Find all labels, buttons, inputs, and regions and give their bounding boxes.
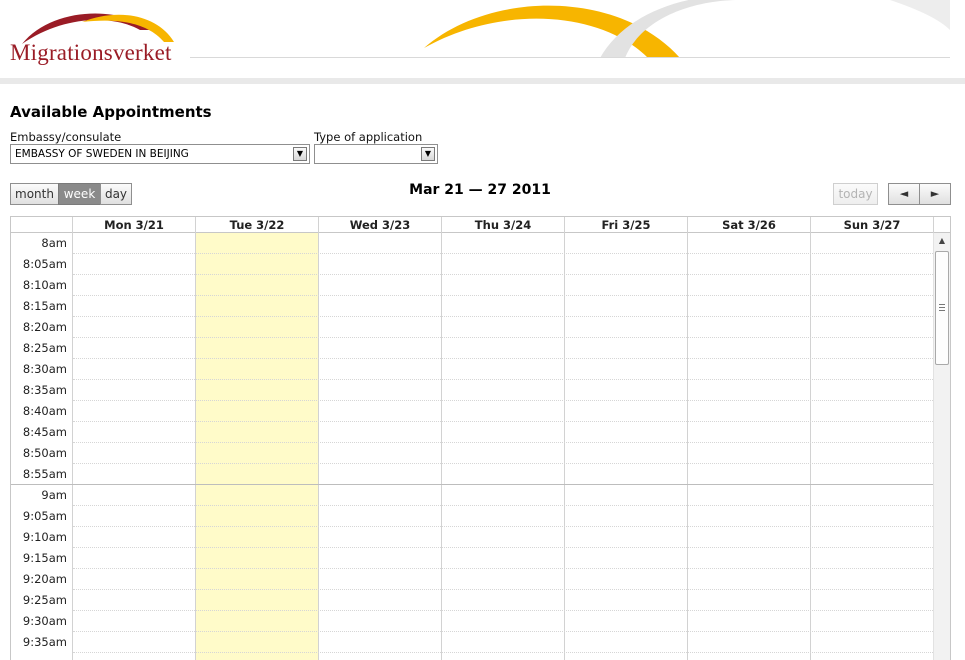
time-label: 9:25am <box>22 593 67 607</box>
day-header-mon: Mon 3/21 <box>72 217 195 233</box>
time-label: 9:30am <box>22 614 67 628</box>
next-arrow-icon: ► <box>930 187 940 200</box>
time-slot-row[interactable]: 8:15am <box>11 296 933 317</box>
dropdown-arrow-icon[interactable]: ▼ <box>293 147 307 161</box>
day-view-button[interactable]: day <box>100 183 132 205</box>
scrollbar-thumb[interactable] <box>935 251 949 365</box>
time-slot-row[interactable]: 9:30am <box>11 611 933 632</box>
type-select[interactable]: ▼ <box>314 144 438 164</box>
time-slot-row[interactable]: 9:25am <box>11 590 933 611</box>
day-header-sun: Sun 3/27 <box>810 217 933 233</box>
embassy-select-value: EMBASSY OF SWEDEN IN BEIJING <box>15 148 189 160</box>
time-label: 8:30am <box>22 362 67 376</box>
time-label: 8:25am <box>22 341 67 355</box>
time-slot-row[interactable]: 8:30am <box>11 359 933 380</box>
next-week-button[interactable]: ► <box>919 183 951 205</box>
week-view-button[interactable]: week <box>58 183 101 205</box>
embassy-label: Embassy/consulate <box>10 130 122 144</box>
day-header-fri: Fri 3/25 <box>564 217 687 233</box>
grip-icon <box>939 304 945 312</box>
prev-arrow-icon: ◄ <box>899 187 909 200</box>
time-slot-row[interactable]: 8:25am <box>11 338 933 359</box>
day-header-sat: Sat 3/26 <box>687 217 810 233</box>
time-slot-row[interactable]: 9:35am <box>11 632 933 653</box>
time-label: 8:50am <box>22 446 67 460</box>
time-label: 8:15am <box>22 299 67 313</box>
time-slot-row[interactable]: 8:50am <box>11 443 933 464</box>
time-label: 9:10am <box>22 530 67 544</box>
prev-week-button[interactable]: ◄ <box>888 183 920 205</box>
time-label: 9am <box>41 488 67 502</box>
time-label: 8:35am <box>22 383 67 397</box>
time-slot-row[interactable]: 9:05am <box>11 506 933 527</box>
time-slot-row[interactable]: 8:35am <box>11 380 933 401</box>
time-label: 8am <box>41 236 67 250</box>
embassy-select[interactable]: EMBASSY OF SWEDEN IN BEIJING ▼ <box>10 144 310 164</box>
dropdown-arrow-icon[interactable]: ▼ <box>421 147 435 161</box>
header-swoosh-art <box>424 0 950 58</box>
time-slot-row[interactable]: 9:10am <box>11 527 933 548</box>
time-label: 9:05am <box>22 509 67 523</box>
time-slot-row[interactable]: 8am <box>11 233 933 254</box>
calendar-scrollbar[interactable]: ▲ <box>933 233 950 660</box>
site-header: Migrationsverket <box>0 0 965 84</box>
time-slot-row[interactable]: 9am <box>11 485 933 506</box>
time-label: 8:40am <box>22 404 67 418</box>
time-label: 9:35am <box>22 635 67 649</box>
time-slot-row[interactable]: 8:10am <box>11 275 933 296</box>
time-slot-row[interactable]: 8:20am <box>11 317 933 338</box>
time-slot-row[interactable]: 8:55am <box>11 464 933 485</box>
time-slot-row[interactable]: 9:20am <box>11 569 933 590</box>
header-divider <box>190 57 950 58</box>
today-button[interactable]: today <box>833 183 878 205</box>
time-label: 8:45am <box>22 425 67 439</box>
logo-text[interactable]: Migrationsverket <box>10 40 172 66</box>
date-range-title: Mar 21 — 27 2011 <box>409 182 551 198</box>
day-header-wed: Wed 3/23 <box>318 217 441 233</box>
month-view-button[interactable]: month <box>10 183 59 205</box>
day-header-tue: Tue 3/22 <box>195 217 318 233</box>
page-title: Available Appointments <box>10 103 212 121</box>
time-label: 8:05am <box>22 257 67 271</box>
week-calendar: Mon 3/21 Tue 3/22 Wed 3/23 Thu 3/24 Fri … <box>10 216 951 660</box>
type-label: Type of application <box>314 130 423 144</box>
time-label: 8:10am <box>22 278 67 292</box>
time-label: 9:15am <box>22 551 67 565</box>
scroll-up-arrow-icon[interactable]: ▲ <box>934 233 950 249</box>
day-header-spacer <box>933 217 950 233</box>
time-slot-row[interactable]: 8:40am <box>11 401 933 422</box>
time-label: 8:20am <box>22 320 67 334</box>
time-label: 8:55am <box>22 467 67 481</box>
time-slot-row[interactable]: 9:15am <box>11 548 933 569</box>
time-slot-row[interactable]: 8:05am <box>11 254 933 275</box>
time-label: 9:20am <box>22 572 67 586</box>
header-bottom-bar <box>0 78 965 84</box>
day-header-thu: Thu 3/24 <box>441 217 564 233</box>
time-slot-row[interactable]: 8:45am <box>11 422 933 443</box>
